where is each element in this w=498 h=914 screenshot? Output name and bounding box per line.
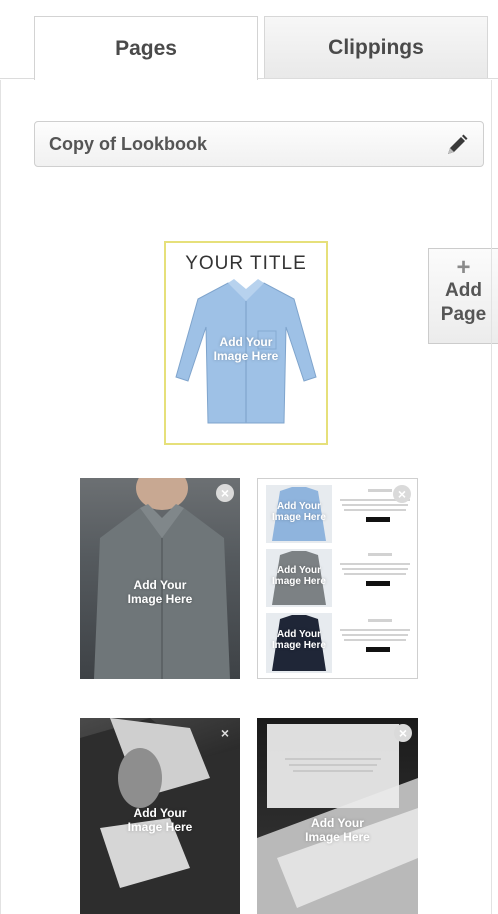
tab-clippings[interactable]: Clippings	[264, 16, 488, 78]
lookbook-title-field[interactable]: Copy of Lookbook	[34, 121, 484, 167]
cover-caption: ​	[166, 426, 326, 433]
pencil-icon[interactable]	[445, 133, 469, 157]
close-icon[interactable]: ×	[393, 485, 411, 503]
add-page-label-line1: Add	[445, 280, 482, 301]
add-page-label-line2: Page	[440, 304, 487, 325]
page5-placeholder-line1: Add Your	[311, 816, 364, 830]
close-icon[interactable]: ×	[216, 484, 234, 502]
pages-panel: Copy of Lookbook YOUR TITLE Add Your Ima…	[0, 80, 498, 914]
page4-placeholder-line2: Image Here	[127, 820, 193, 834]
lookbook-title-value: Copy of Lookbook	[49, 133, 207, 154]
tab-bar: Pages Clippings	[0, 0, 498, 80]
add-page-button[interactable]: + Add Page	[428, 248, 498, 344]
page4-placeholder-line1: Add Your	[133, 806, 187, 820]
plus-icon: +	[456, 254, 471, 281]
tab-pages[interactable]: Pages	[34, 16, 258, 80]
row-text-blocks	[340, 489, 410, 652]
page-thumbnail-3[interactable]: Add Your Image Here Add Your Image Here …	[257, 478, 418, 679]
page2-placeholder-line2: Image Here	[127, 592, 193, 606]
page-thumbnail-2[interactable]: Add Your Image Here ×	[80, 478, 240, 679]
text-lines	[285, 758, 381, 772]
page5-placeholder-line2: Image Here	[305, 830, 370, 844]
cover-placeholder-line1: Add Your	[219, 335, 273, 349]
page2-placeholder-line1: Add Your	[133, 578, 187, 592]
page-thumbnail-cover[interactable]: YOUR TITLE Add Your Image Here ​	[164, 241, 328, 445]
close-icon[interactable]: ×	[216, 724, 234, 742]
cover-placeholder-line2: Image Here	[213, 349, 279, 363]
page-thumbnail-4[interactable]: Add Your Image Here ×	[80, 718, 240, 914]
close-icon[interactable]: ×	[394, 724, 412, 742]
text-box	[267, 724, 399, 808]
cover-title: YOUR TITLE	[185, 253, 307, 274]
page-thumbnail-5[interactable]: Add Your Image Here ×	[257, 718, 418, 914]
